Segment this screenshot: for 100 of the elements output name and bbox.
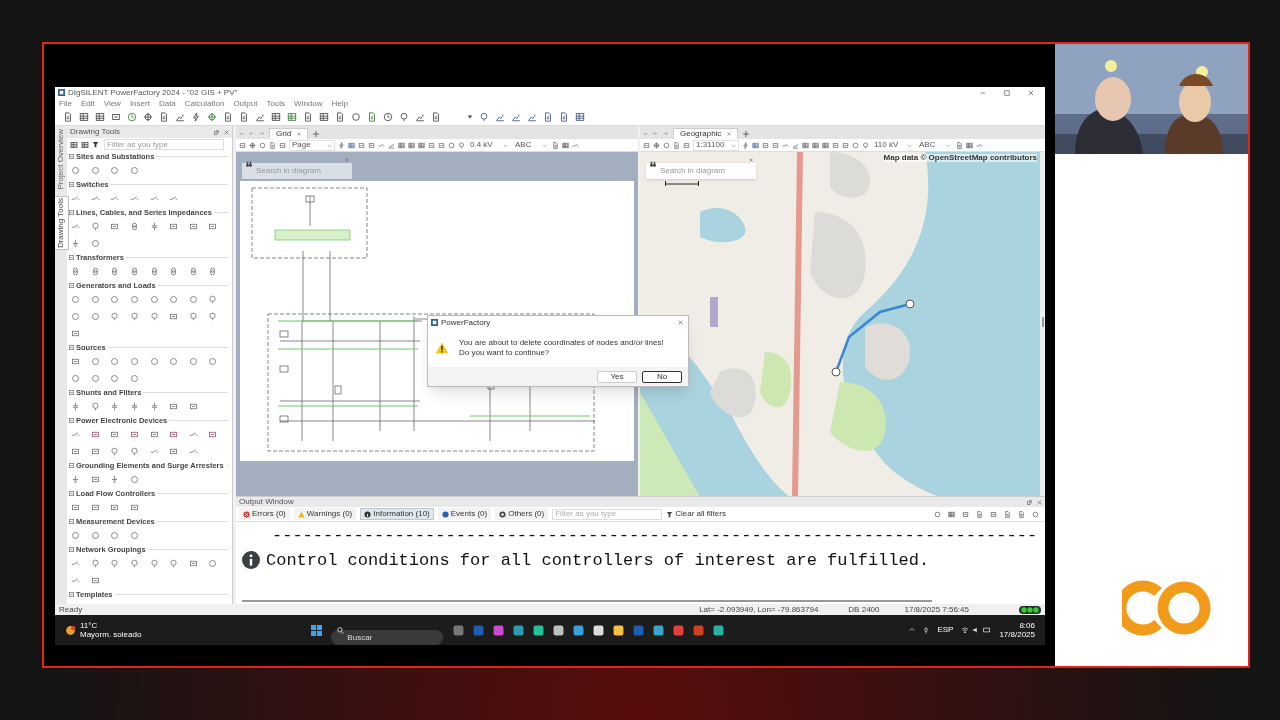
document-icon[interactable] — [303, 112, 313, 122]
weather-icon[interactable] — [65, 624, 76, 636]
table-icon[interactable] — [81, 140, 89, 149]
load-icon[interactable] — [129, 447, 139, 456]
square-icon[interactable] — [358, 141, 365, 149]
square-icon[interactable] — [962, 510, 969, 518]
circle-icon[interactable] — [90, 531, 100, 540]
scrollbar-thumb[interactable] — [1041, 317, 1044, 327]
collapse-icon[interactable] — [69, 418, 74, 423]
collapse-icon[interactable] — [69, 154, 74, 159]
app-icon[interactable] — [513, 624, 525, 636]
circle-icon[interactable] — [129, 295, 139, 304]
maximize-icon[interactable] — [1004, 89, 1010, 96]
circle-icon[interactable] — [71, 312, 80, 321]
side-tab[interactable]: Drawing Tools — [55, 196, 69, 251]
chevron-icon[interactable] — [643, 131, 648, 136]
circle-icon[interactable] — [110, 357, 120, 366]
horizontal-scrollbar[interactable] — [242, 600, 932, 602]
load-icon[interactable] — [149, 312, 159, 321]
filter-field[interactable]: Filter as you type — [104, 139, 224, 150]
close-icon[interactable] — [224, 129, 229, 135]
table-icon[interactable] — [70, 140, 78, 149]
square-icon[interactable] — [842, 141, 849, 149]
circle-icon[interactable] — [1032, 510, 1039, 518]
document-icon[interactable] — [1004, 510, 1011, 518]
plus-icon[interactable] — [743, 131, 750, 137]
close-icon[interactable] — [749, 158, 753, 162]
collapse-icon[interactable] — [69, 463, 74, 468]
chart-icon[interactable] — [792, 141, 799, 149]
transformer-icon[interactable] — [71, 267, 80, 276]
circle-icon[interactable] — [71, 166, 80, 175]
filter-field[interactable]: Filter as you type — [552, 508, 663, 520]
app-icon[interactable] — [653, 624, 665, 636]
clear-filters-button[interactable]: Clear all filters — [666, 510, 726, 518]
circle-icon[interactable] — [149, 295, 159, 304]
collapse-icon[interactable] — [69, 210, 74, 215]
circle-icon[interactable] — [129, 475, 139, 484]
chart-icon[interactable] — [255, 112, 265, 122]
document-icon[interactable] — [367, 112, 377, 122]
square-icon[interactable] — [643, 141, 650, 149]
capacitor-icon[interactable] — [129, 402, 139, 411]
table-icon[interactable] — [562, 141, 569, 149]
circle-icon[interactable] — [169, 357, 179, 366]
load-icon[interactable] — [129, 559, 139, 568]
switch-icon[interactable] — [782, 141, 789, 149]
clock-icon[interactable] — [127, 112, 137, 122]
circle-icon[interactable] — [90, 295, 100, 304]
switch-icon[interactable] — [149, 447, 159, 456]
table-icon[interactable] — [418, 141, 425, 149]
label-dropdown[interactable]: ABC — [917, 139, 953, 151]
table-icon[interactable] — [95, 112, 105, 122]
label-dropdown[interactable]: ABC — [513, 139, 549, 151]
circle-icon[interactable] — [129, 166, 139, 175]
load-icon[interactable] — [479, 112, 489, 122]
load-icon[interactable] — [110, 447, 120, 456]
table-icon[interactable] — [966, 141, 973, 149]
circle-icon[interactable] — [90, 166, 100, 175]
crosshair-icon[interactable] — [143, 112, 153, 122]
circle-icon[interactable] — [90, 374, 100, 383]
circle-icon[interactable] — [259, 141, 266, 149]
ground-icon[interactable] — [71, 239, 80, 248]
menu-item[interactable]: Edit — [80, 99, 95, 108]
app-icon[interactable] — [553, 624, 565, 636]
chevron-icon[interactable] — [239, 131, 244, 136]
load-icon[interactable] — [110, 559, 120, 568]
lightning-icon[interactable] — [191, 112, 201, 122]
app-icon[interactable] — [613, 624, 625, 636]
filter-button[interactable]: Events (0) — [437, 508, 492, 520]
switch-icon[interactable] — [169, 194, 179, 203]
menu-item[interactable]: Tools — [266, 99, 286, 108]
square-icon[interactable] — [368, 141, 375, 149]
load-icon[interactable] — [149, 559, 159, 568]
document-icon[interactable] — [956, 141, 963, 149]
switch-icon[interactable] — [71, 222, 80, 231]
taskbar-search-field[interactable]: Buscar — [331, 629, 444, 645]
chart-icon[interactable] — [527, 112, 537, 122]
table-icon[interactable] — [271, 112, 281, 122]
circle-icon[interactable] — [71, 295, 80, 304]
collapse-icon[interactable] — [69, 182, 74, 187]
ground-icon[interactable] — [110, 475, 120, 484]
load-icon[interactable] — [188, 312, 198, 321]
chart-icon[interactable] — [175, 112, 185, 122]
circle-icon[interactable] — [71, 531, 80, 540]
load-icon[interactable] — [208, 295, 218, 304]
table-icon[interactable] — [575, 112, 585, 122]
load-icon[interactable] — [862, 141, 869, 149]
voltage-dropdown[interactable]: 0.4 kV — [468, 139, 510, 151]
collapse-icon[interactable] — [69, 547, 74, 552]
square-icon[interactable] — [772, 141, 779, 149]
load-icon[interactable] — [399, 112, 409, 122]
circle-icon[interactable] — [169, 295, 179, 304]
collapse-icon[interactable] — [69, 345, 74, 350]
collapse-icon[interactable] — [69, 283, 74, 288]
load-icon[interactable] — [129, 312, 139, 321]
circle-icon[interactable] — [110, 166, 120, 175]
dialog-button[interactable]: No — [642, 370, 682, 383]
filter-button[interactable]: Warnings (0) — [293, 508, 357, 520]
circle-icon[interactable] — [208, 357, 218, 366]
switch-icon[interactable] — [976, 141, 983, 149]
clock-date[interactable]: 17/8/2025 — [999, 630, 1035, 639]
